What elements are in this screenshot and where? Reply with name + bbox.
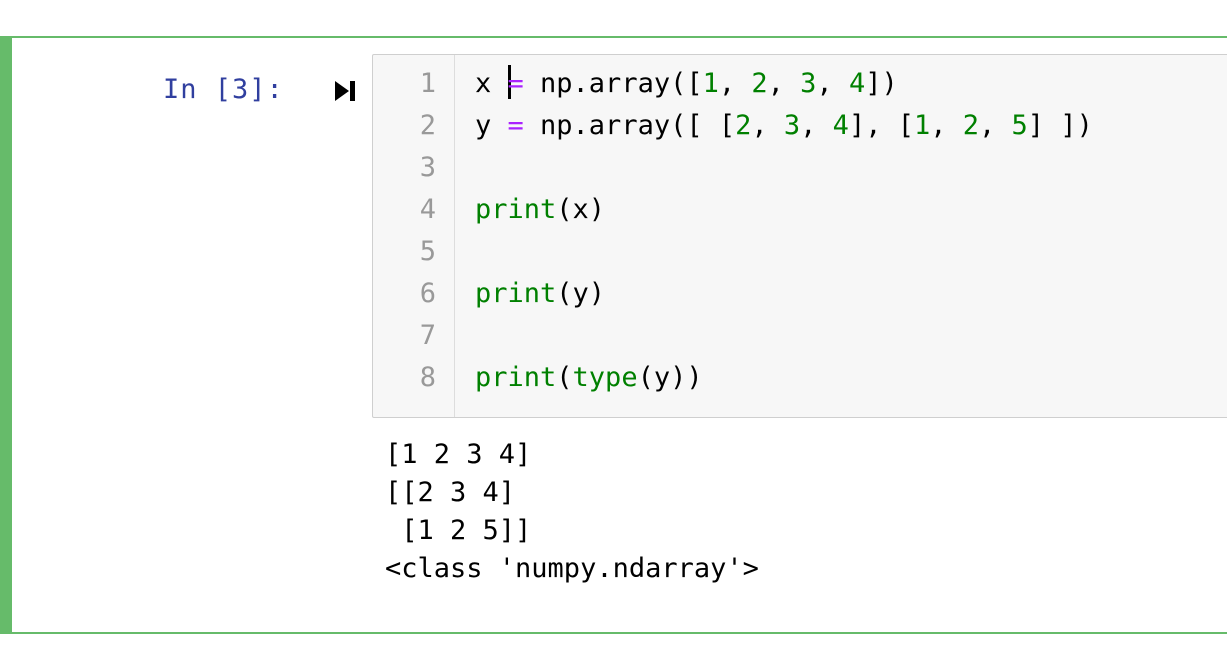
line-number: 3 [419,152,436,183]
code-token: 4 [848,68,866,99]
code-token: = [507,110,524,141]
output-line: <class 'numpy.ndarray'> [385,553,759,584]
line-number: 8 [419,362,436,393]
code-line[interactable]: y = np.array([ [2, 3, 4], [1, 2, 5] ]) [475,105,1093,147]
code-token: 2 [751,68,768,99]
code-token: ( [556,362,573,393]
code-editor[interactable]: 12345678 x = np.array([1, 2, 3, 4]) y = n… [372,54,1227,418]
code-token: y [475,110,508,141]
code-token: = [507,68,524,99]
code-token: (x) [556,194,606,225]
code-token: (y) [556,278,606,309]
code-token: x [475,68,508,99]
code-token: , [751,110,784,141]
code-token: 5 [1011,110,1028,141]
cell-selection-bar [0,38,12,632]
line-number: 1 [419,68,436,99]
code-token: print [475,194,557,225]
code-token: , [718,68,752,99]
output-line: [1 2 3 4] [385,439,532,470]
line-number: 5 [419,236,436,267]
code-token: 3 [800,68,817,99]
line-number: 6 [419,278,436,309]
code-cell[interactable]: In [3]: 12345678 x = np.array([1, 2, 3, … [0,36,1227,634]
code-line[interactable]: x = np.array([1, 2, 3, 4]) [475,63,898,105]
code-token: 1 [913,110,931,141]
code-line[interactable]: print(type(y)) [475,357,703,399]
line-number: 7 [419,320,436,351]
code-token: , [767,68,801,99]
output-line: [1 2 5]] [385,515,532,546]
code-token: 1 [702,68,719,99]
line-number: 4 [419,194,436,225]
run-cell-icon[interactable] [332,78,358,104]
code-line[interactable]: print(y) [475,273,605,315]
line-number: 2 [419,110,436,141]
code-token: , [930,110,963,141]
cell-output: [1 2 3 4] [[2 3 4] [1 2 5]] <class 'numpy.… [385,436,759,588]
code-token: type [572,362,638,393]
code-token: ] ]) [1027,110,1093,141]
line-number-gutter: 1 2 3 4 5 6 7 8 [373,55,455,417]
code-token: np.array([ [ [523,110,736,141]
output-line: [[2 3 4] [385,477,516,508]
code-token: , [979,110,1012,141]
code-line[interactable]: print(x) [475,189,605,231]
input-prompt: In [3]: [163,74,284,105]
code-token: 4 [832,110,849,141]
code-token: print [475,278,557,309]
code-token: ]) [865,68,898,99]
code-token: , [800,110,833,141]
code-token: (y)) [637,362,703,393]
code-token: 2 [735,110,752,141]
code-token: np.array([ [523,68,703,99]
code-token: 3 [783,110,801,141]
code-token: print [475,362,557,393]
code-token: ], [ [848,110,914,141]
code-token: , [816,68,849,99]
code-token: 2 [962,110,980,141]
